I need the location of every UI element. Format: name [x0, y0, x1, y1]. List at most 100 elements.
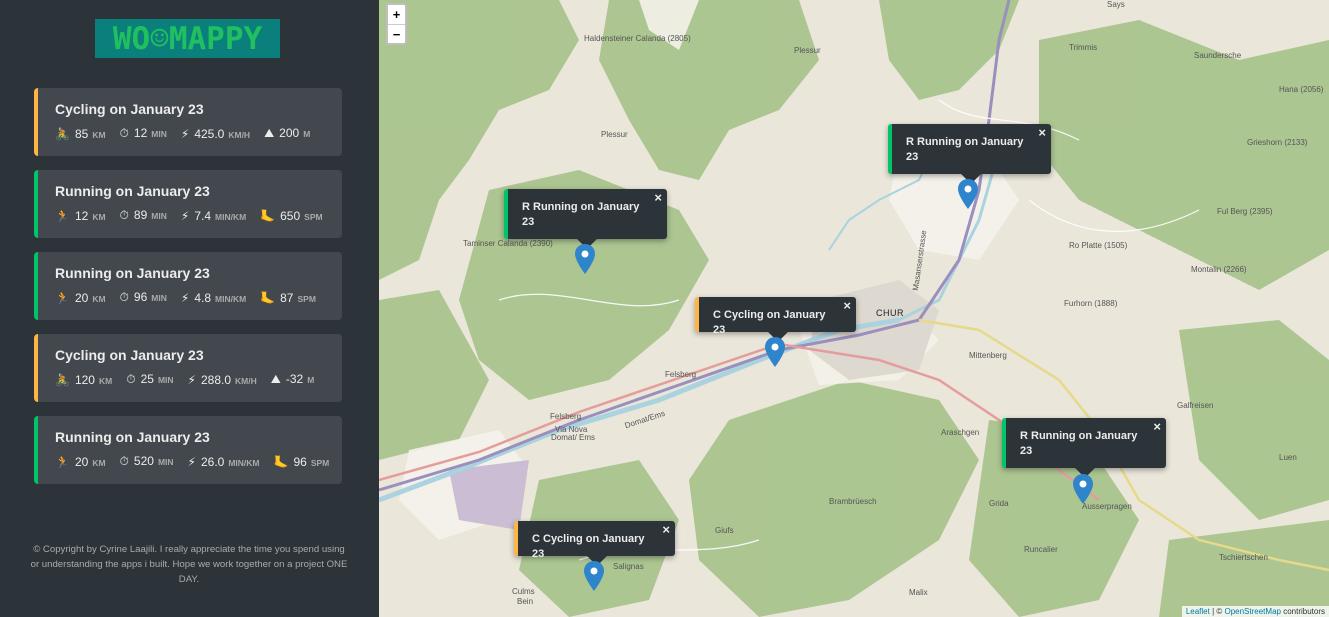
map-pin-icon[interactable] — [958, 179, 978, 209]
map-pin-icon[interactable] — [1073, 474, 1093, 504]
lightning-icon: ⚡ — [187, 372, 196, 387]
speed-detail: ⚡ 288.0 KM/H — [188, 373, 257, 387]
map-pin-icon[interactable] — [575, 244, 595, 274]
distance-unit: KM — [98, 375, 113, 386]
lightning-icon: ⚡ — [187, 454, 196, 469]
cadence-unit: SPM — [297, 293, 316, 304]
duration-value: 520 — [133, 454, 154, 468]
bicycle-icon: 🚴 — [55, 372, 70, 387]
lightning-icon: ⚡ — [180, 290, 190, 305]
place-label: Saundersche — [1194, 51, 1242, 60]
place-label: Plessur — [601, 130, 628, 139]
pace-detail: ⚡ 7.4 MIN/KM — [181, 209, 246, 223]
distance-unit: KM — [92, 293, 106, 304]
close-icon[interactable]: × — [1153, 419, 1161, 434]
map-attribution: Leaflet | © OpenStreetMap contributors — [1181, 606, 1329, 617]
logo-text: WO☺MAPPY — [112, 20, 263, 57]
workout-details: 🏃 20 KM ⏱ 96 MIN ⚡ 4.8 MIN/KM 🦶 87 SPM — [55, 290, 342, 305]
distance-detail: 🚴 85 KM — [55, 127, 106, 141]
osm-link[interactable]: OpenStreetMap — [1224, 607, 1280, 616]
close-icon[interactable]: × — [1038, 125, 1046, 140]
zoom-in-button[interactable]: + — [388, 5, 405, 24]
place-label: Tschiertschen — [1219, 553, 1268, 562]
workout-popup[interactable]: R Running on January 23 × — [1002, 418, 1166, 478]
elevation-value: 200 — [279, 126, 300, 140]
workout-card[interactable]: Running on January 23 🏃 20 KM ⏱ 520 MIN ⚡ 26.… — [34, 416, 342, 484]
cadence-value: 650 — [280, 208, 301, 223]
workout-details: 🏃 20 KM ⏱ 520 MIN ⚡ 26.0 MIN/KM 🦶 96 SPM — [55, 454, 342, 469]
attribution-suffix: contributors — [1280, 607, 1325, 616]
elevation-detail: ⛰ 200 M — [264, 126, 310, 141]
place-label: Via Nova — [555, 425, 588, 434]
place-label: Felsberg — [550, 412, 582, 421]
place-label: Malix — [909, 588, 928, 597]
map-pin-icon[interactable] — [765, 337, 785, 367]
app: WO☺MAPPY Cycling on January 23 🚴 85 KM ⏱ 12… — [0, 0, 1329, 617]
workout-popup[interactable]: R Running on January 23 × — [888, 124, 1051, 184]
leaflet-link[interactable]: Leaflet — [1186, 607, 1210, 616]
place-label: Says — [1107, 0, 1125, 9]
city-label: CHUR — [876, 308, 904, 318]
place-label: Araschgen — [941, 428, 980, 437]
place-label: Mittenberg — [969, 351, 1007, 360]
distance-detail: 🚴 120 KM — [55, 373, 112, 387]
place-label: Felsberg — [665, 370, 697, 379]
place-label: Trimmis — [1069, 43, 1098, 52]
place-label: Montalin (2266) — [1191, 265, 1247, 274]
workout-card[interactable]: Cycling on January 23 🚴 120 KM ⏱ 25 MIN ⚡ 288… — [34, 334, 342, 402]
duration-unit: MIN — [157, 457, 174, 467]
place-label: Furhorn (1888) — [1064, 299, 1118, 308]
distance-value: 12 — [74, 208, 89, 223]
place-label: Grida — [989, 499, 1009, 508]
place-label: Taminser Calanda (2390) — [463, 239, 553, 248]
duration-detail: ⏱ 96 MIN — [120, 290, 167, 305]
pace-unit: MIN/KM — [215, 211, 247, 222]
close-icon[interactable]: × — [654, 190, 662, 205]
close-icon[interactable]: × — [843, 298, 851, 313]
cadence-detail: 🦶 650 SPM — [260, 209, 322, 223]
workout-details: 🚴 120 KM ⏱ 25 MIN ⚡ 288.0 KM/H ⛰ -32 M — [55, 372, 342, 387]
duration-value: 12 — [133, 126, 148, 140]
map-pin-icon[interactable] — [584, 561, 604, 591]
timer-icon: ⏱ — [119, 208, 129, 222]
timer-icon: ⏱ — [119, 454, 129, 468]
duration-unit: MIN — [151, 211, 167, 221]
workout-list: Cycling on January 23 🚴 85 KM ⏱ 12 MIN ⚡ 425.… — [34, 88, 342, 498]
workout-popup[interactable]: C Cycling on January 23 × — [514, 521, 675, 566]
place-label: Runcalier — [1024, 545, 1058, 554]
workout-popup[interactable]: R Running on January 23 × — [504, 189, 667, 249]
cadence-detail: 🦶 96 SPM — [274, 455, 330, 469]
distance-value: 85 — [74, 126, 89, 141]
workout-title: Running on January 23 — [55, 429, 210, 445]
mountain-icon: ⛰ — [264, 126, 275, 140]
pace-detail: ⚡ 4.8 MIN/KM — [181, 291, 246, 305]
pace-unit: MIN/KM — [228, 457, 260, 468]
duration-detail: ⏱ 520 MIN — [120, 454, 174, 469]
zoom-out-button[interactable]: − — [388, 24, 405, 43]
duration-value: 89 — [133, 208, 148, 222]
workout-card[interactable]: Running on January 23 🏃 20 KM ⏱ 96 MIN ⚡ 4.8 M… — [34, 252, 342, 320]
distance-detail: 🏃 20 KM — [55, 455, 106, 469]
workout-title: Cycling on January 23 — [55, 101, 204, 117]
runner-icon: 🏃 — [55, 290, 70, 305]
cadence-value: 96 — [293, 454, 307, 469]
pace-detail: ⚡ 26.0 MIN/KM — [188, 455, 260, 469]
place-label: Culms — [512, 587, 535, 596]
place-label: Giufs — [715, 526, 734, 535]
sidebar: WO☺MAPPY Cycling on January 23 🚴 85 KM ⏱ 12… — [0, 0, 379, 617]
speed-value: 288.0 — [200, 372, 232, 387]
zoom-control: + − — [386, 3, 407, 45]
logo: WO☺MAPPY — [95, 19, 280, 58]
workout-card[interactable]: Cycling on January 23 🚴 85 KM ⏱ 12 MIN ⚡ 425.… — [34, 88, 342, 156]
close-icon[interactable]: × — [662, 522, 670, 537]
workout-card[interactable]: Running on January 23 🏃 12 KM ⏱ 89 MIN ⚡ 7.4 M… — [34, 170, 342, 238]
distance-detail: 🏃 20 KM — [55, 291, 106, 305]
timer-icon: ⏱ — [119, 126, 129, 140]
place-label: Haldensteiner Calanda (2805) — [584, 34, 691, 43]
map[interactable]: + − Haldensteiner Calanda (2805) Plessur… — [379, 0, 1329, 617]
foot-icon: 🦶 — [273, 454, 289, 469]
place-label: Plessur — [794, 46, 821, 55]
workout-popup[interactable]: C Cycling on January 23 × — [695, 297, 856, 342]
workout-title: Cycling on January 23 — [55, 347, 204, 363]
cadence-detail: 🦶 87 SPM — [260, 291, 316, 305]
